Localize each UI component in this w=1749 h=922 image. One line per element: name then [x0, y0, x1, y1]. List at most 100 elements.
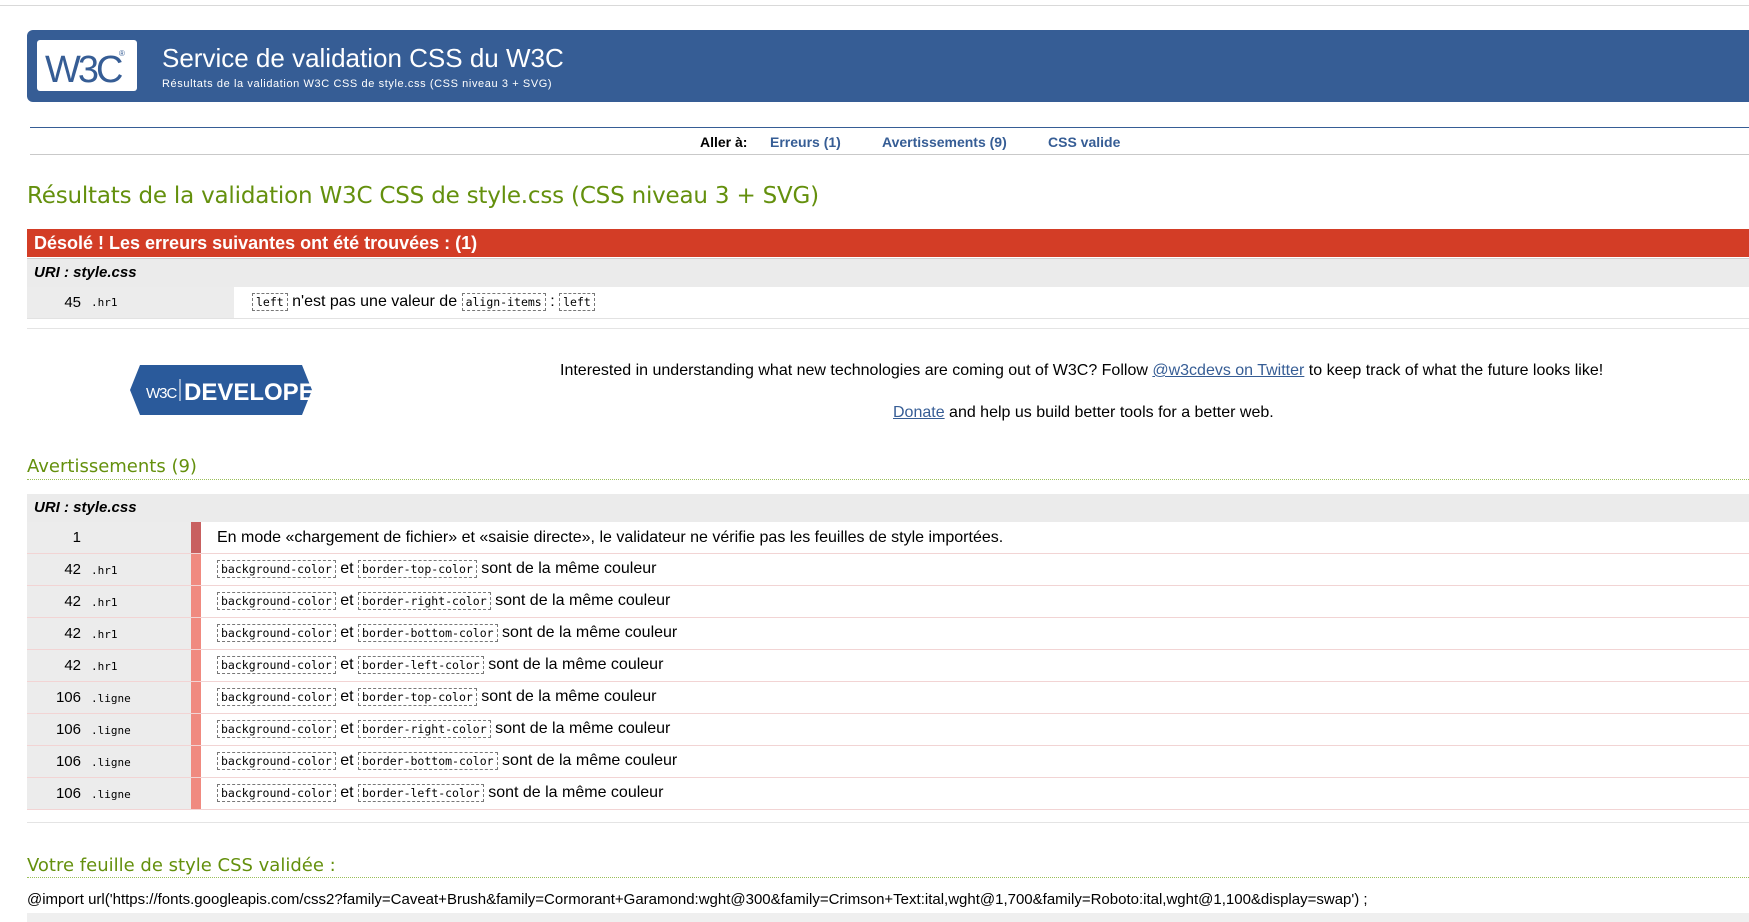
warning-property-code: background-color [217, 720, 336, 738]
warning-row: 42 .hr1 background-color et border-bottom-… [27, 618, 1749, 650]
w3c-logo[interactable]: W3C ® [37, 40, 137, 91]
warnings-uri: URI : style.css [34, 499, 137, 516]
warning-message: background-color et border-left-color so… [217, 784, 663, 802]
warning-context: .hr1 [87, 618, 191, 649]
error-message: left n'est pas une valeur de align-items… [252, 293, 595, 311]
warning-property-code: border-right-color [358, 720, 491, 738]
warning-indicator [191, 618, 201, 649]
promo-donate-line: Donate and help us build better tools fo… [893, 404, 1274, 422]
warning-row: 42 .hr1 background-color et border-right-c… [27, 586, 1749, 618]
warning-property-code: background-color [217, 592, 336, 610]
warnings-uri-row: URI : style.css [27, 494, 1749, 522]
warning-indicator [191, 778, 201, 809]
warning-row: 42 .hr1 background-color et border-left-co… [27, 650, 1749, 682]
section-divider [27, 328, 1749, 329]
warnings-heading: Avertissements (9) [27, 456, 197, 477]
page-title: Service de validation CSS du W3C [162, 43, 564, 73]
warning-conjunction: et [340, 720, 354, 737]
errors-uri: URI : style.css [34, 264, 137, 281]
w3c-logo-text: W3C [45, 49, 122, 91]
warning-property-code: border-right-color [358, 592, 491, 610]
warning-indicator [191, 522, 201, 553]
warning-line-number: 106 [27, 746, 87, 777]
error-line-number: 45 [27, 287, 87, 318]
warning-line-number: 106 [27, 778, 87, 809]
promo-text-after: to keep track of what the future looks l… [1304, 362, 1604, 379]
error-separator: : [550, 293, 555, 310]
error-property-code: align-items [461, 293, 546, 311]
warning-context: .ligne [87, 714, 191, 745]
error-text: n'est pas une valeur de [292, 293, 458, 310]
warning-indicator [191, 554, 201, 585]
warning-message: background-color et border-bottom-color … [217, 624, 677, 642]
errors-banner-text: Désolé ! Les erreurs suivantes ont été t… [34, 233, 478, 253]
warning-conjunction: et [340, 688, 354, 705]
warning-message: En mode «chargement de fichier» et «sais… [217, 529, 1004, 546]
twitter-link[interactable]: @w3cdevs on Twitter [1152, 362, 1304, 379]
warning-property-code: background-color [217, 752, 336, 770]
error-value2-code: left [559, 293, 595, 311]
header-banner: W3C ® Service de validation CSS du W3C R… [27, 30, 1749, 102]
warning-message: background-color et border-top-color son… [217, 688, 656, 706]
warning-row: 1 En mode «chargement de fichier» et «sa… [27, 522, 1749, 554]
warning-conjunction: et [340, 560, 354, 577]
warning-line-number: 42 [27, 650, 87, 681]
results-heading: Résultats de la validation W3C CSS de st… [27, 183, 819, 209]
validated-css-import: @import url('https://fonts.googleapis.co… [27, 891, 1368, 908]
errors-uri-row: URI : style.css [27, 258, 1749, 287]
warning-row: 42 .hr1 background-color et border-top-col… [27, 554, 1749, 586]
css-source-block [27, 913, 1749, 922]
warning-property-code: background-color [217, 560, 336, 578]
warning-property-code: background-color [217, 656, 336, 674]
warning-row: 106 .ligne background-color et border-left… [27, 778, 1749, 810]
w3c-developers-badge[interactable]: W3C DEVELOPERS [130, 365, 348, 420]
warning-conjunction: et [340, 752, 354, 769]
warning-property-code: background-color [217, 624, 336, 642]
error-row: 45 .hr1 left n'est pas une valeur de ali… [27, 287, 1749, 319]
warning-property-code: border-left-color [358, 784, 484, 802]
donate-text: and help us build better tools for a bet… [944, 404, 1274, 421]
warning-indicator [191, 650, 201, 681]
warning-line-number: 1 [27, 522, 87, 553]
warning-property-code: border-left-color [358, 656, 484, 674]
warning-text: sont de la même couleur [502, 752, 678, 769]
warning-text: sont de la même couleur [495, 720, 671, 737]
warning-text: sont de la même couleur [488, 784, 664, 801]
warning-context: .ligne [87, 682, 191, 713]
warning-conjunction: et [340, 784, 354, 801]
error-value-code: left [252, 293, 288, 311]
warning-line-number: 106 [27, 682, 87, 713]
warning-context: .ligne [87, 778, 191, 809]
errors-link[interactable]: Erreurs (1) [770, 134, 841, 150]
warning-property-code: border-top-color [358, 560, 477, 578]
warning-message: background-color et border-top-color son… [217, 560, 656, 578]
warning-line-number: 42 [27, 586, 87, 617]
warnings-link[interactable]: Avertissements (9) [882, 134, 1007, 150]
warning-line-number: 106 [27, 714, 87, 745]
developers-badge-text: DEVELOPERS [184, 379, 312, 406]
warning-message: background-color et border-right-color s… [217, 592, 670, 610]
validated-heading-rule [27, 877, 1749, 878]
warning-indicator [191, 586, 201, 617]
error-context: .hr1 [87, 287, 234, 318]
warning-line-number: 42 [27, 554, 87, 585]
warning-message: background-color et border-right-color s… [217, 720, 670, 738]
warnings-heading-rule [27, 479, 1749, 480]
errors-banner: Désolé ! Les erreurs suivantes ont été t… [27, 229, 1749, 257]
warning-context: .hr1 [87, 650, 191, 681]
warning-context: .ligne [87, 746, 191, 777]
section-divider [27, 822, 1749, 823]
warning-row: 106 .ligne background-color et border-righ… [27, 714, 1749, 746]
svg-text:W3C: W3C [146, 385, 178, 402]
warning-text: sont de la même couleur [481, 688, 657, 705]
warning-property-code: border-bottom-color [358, 752, 498, 770]
warning-row: 106 .ligne background-color et border-top-… [27, 682, 1749, 714]
warning-message: background-color et border-left-color so… [217, 656, 663, 674]
donate-link[interactable]: Donate [893, 404, 945, 421]
valid-css-link[interactable]: CSS valide [1048, 134, 1120, 150]
svg-text:®: ® [119, 49, 125, 58]
warning-property-code: border-top-color [358, 688, 477, 706]
promo-twitter-line: Interested in understanding what new tec… [560, 362, 1603, 380]
promo-text-before: Interested in understanding what new tec… [560, 362, 1153, 379]
warning-text: sont de la même couleur [502, 624, 678, 641]
